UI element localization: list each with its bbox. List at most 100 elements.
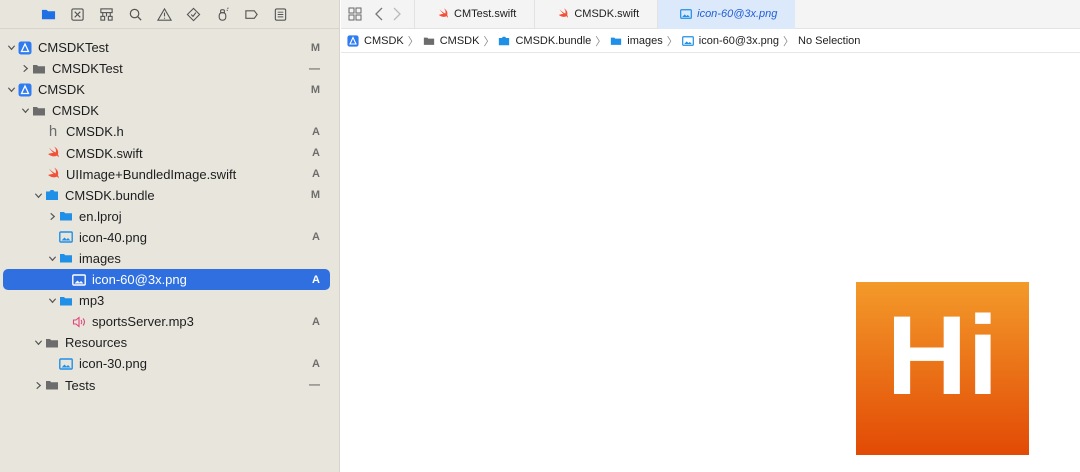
status-badge: A bbox=[312, 231, 320, 244]
chevron-down-icon[interactable] bbox=[6, 85, 16, 95]
breadcrumb-item-cmsdk-project[interactable]: CMSDK bbox=[347, 35, 404, 47]
forward-chevron-icon[interactable] bbox=[390, 7, 404, 21]
tree-item-cmsdktest-project[interactable]: CMSDKTest M bbox=[0, 37, 340, 58]
breadcrumb-label: CMSDK.bundle bbox=[515, 34, 592, 47]
status-badge: — bbox=[309, 62, 320, 75]
tree-item-label: CMSDK.h bbox=[66, 124, 124, 140]
breadcrumb-label: icon-60@3x.png bbox=[698, 34, 780, 47]
folder-icon bbox=[423, 35, 435, 47]
folder-icon bbox=[59, 251, 73, 265]
tree-item-resources[interactable]: Resources bbox=[0, 332, 340, 353]
tree-item-label: Tests bbox=[65, 377, 96, 393]
project-icon bbox=[18, 41, 32, 55]
chevron-right-icon[interactable] bbox=[20, 64, 30, 74]
hierarchy-icon[interactable] bbox=[98, 6, 115, 23]
tree-item-icon-60-3x-png[interactable]: icon-60@3x.png A bbox=[3, 269, 330, 291]
chevron-right-icon[interactable] bbox=[33, 380, 43, 390]
audio-file-icon bbox=[72, 315, 86, 329]
tree-item-en-lproj[interactable]: en.lproj bbox=[0, 206, 340, 227]
tree-item-label: UIImage+BundledImage.swift bbox=[66, 166, 237, 182]
image-preview-text: Hi bbox=[887, 293, 999, 418]
warning-icon[interactable] bbox=[156, 6, 173, 23]
tree-item-sportsserver-mp3[interactable]: sportsServer.mp3 A bbox=[0, 311, 340, 332]
status-badge: A bbox=[312, 147, 320, 160]
chevron-right-icon: 〉 bbox=[595, 35, 607, 48]
image-file-icon bbox=[59, 230, 73, 244]
tab-icon-60-3x-png[interactable]: icon-60@3x.png bbox=[657, 0, 796, 29]
tree-item-label: Resources bbox=[65, 335, 128, 351]
tree-item-cmsdk-swift[interactable]: CMSDK.swift A bbox=[0, 142, 340, 163]
image-file-icon bbox=[59, 357, 73, 371]
tree-item-tests[interactable]: Tests — bbox=[0, 375, 340, 396]
breadcrumb-item-no-selection[interactable]: No Selection bbox=[798, 35, 860, 47]
tree-item-label: CMSDKTest bbox=[52, 61, 123, 77]
folder-icon bbox=[59, 209, 73, 223]
search-icon[interactable] bbox=[127, 6, 144, 23]
project-icon bbox=[347, 34, 359, 47]
chevron-right-icon: 〉 bbox=[483, 35, 495, 48]
tree-item-label: en.lproj bbox=[79, 208, 122, 224]
editor-area: CMTest.swift CMSDK.swift icon-60@3x.png … bbox=[341, 0, 1080, 472]
chevron-right-icon[interactable] bbox=[47, 211, 57, 221]
navigator-toolbar bbox=[0, 0, 339, 29]
tree-item-label: CMSDK.swift bbox=[66, 145, 143, 161]
chevron-down-icon[interactable] bbox=[33, 190, 43, 200]
debug-icon[interactable] bbox=[214, 6, 231, 23]
status-badge: M bbox=[310, 83, 320, 96]
breadcrumb-item-images[interactable]: images bbox=[610, 35, 663, 47]
tab-label: CMSDK.swift bbox=[574, 8, 640, 20]
swift-icon bbox=[46, 146, 60, 160]
chevron-down-icon[interactable] bbox=[33, 338, 43, 348]
tab-label: icon-60@3x.png bbox=[697, 8, 778, 20]
file-tree: CMSDKTest M CMSDKTest — CMSDK M CMSDK h … bbox=[0, 37, 340, 396]
tree-item-cmsdktest-folder[interactable]: CMSDKTest — bbox=[0, 58, 340, 79]
breadcrumb: CMSDK 〉 CMSDK 〉 CMSDK.bundle 〉 images 〉 … bbox=[341, 29, 1080, 53]
folder-icon[interactable] bbox=[40, 6, 57, 23]
breadcrumb-item-cmsdk-bundle[interactable]: CMSDK.bundle bbox=[498, 35, 591, 47]
tab-cmtest-swift[interactable]: CMTest.swift bbox=[414, 0, 534, 29]
tab-cmsdk-swift[interactable]: CMSDK.swift bbox=[534, 0, 657, 29]
tree-item-mp3[interactable]: mp3 bbox=[0, 290, 340, 311]
tree-item-label: icon-30.png bbox=[79, 356, 147, 372]
chevron-down-icon[interactable] bbox=[47, 253, 57, 263]
breadcrumb-item-icon-60-3x-png[interactable]: icon-60@3x.png bbox=[681, 34, 780, 47]
image-file-icon bbox=[680, 8, 693, 20]
bundle-icon bbox=[498, 35, 510, 47]
status-badge: A bbox=[312, 357, 320, 370]
status-badge: A bbox=[312, 125, 320, 138]
status-badge: M bbox=[310, 41, 320, 54]
tab-bar: CMTest.swift CMSDK.swift icon-60@3x.png bbox=[341, 0, 1080, 29]
tree-item-cmsdk-bundle[interactable]: CMSDK.bundle M bbox=[0, 185, 340, 206]
tree-item-label: icon-60@3x.png bbox=[92, 272, 187, 288]
chevron-down-icon[interactable] bbox=[6, 43, 16, 53]
folder-icon bbox=[610, 35, 622, 47]
tree-item-label: mp3 bbox=[79, 293, 105, 309]
back-chevron-icon[interactable] bbox=[372, 7, 386, 21]
report-icon[interactable] bbox=[272, 6, 289, 23]
tree-item-cmsdk-project[interactable]: CMSDK M bbox=[0, 79, 340, 100]
image-file-icon bbox=[681, 35, 694, 47]
source-control-icon[interactable] bbox=[69, 6, 86, 23]
tree-item-uiimage-bundledimage-swift[interactable]: UIImage+BundledImage.swift A bbox=[0, 164, 340, 185]
tree-item-cmsdk-h[interactable]: h CMSDK.h A bbox=[0, 121, 340, 142]
tree-item-images[interactable]: images bbox=[0, 248, 340, 269]
breadcrumb-label: CMSDK bbox=[439, 34, 480, 47]
folder-icon bbox=[59, 294, 73, 308]
tree-item-cmsdk-folder[interactable]: CMSDK bbox=[0, 100, 340, 121]
folder-icon bbox=[45, 336, 59, 350]
swift-icon bbox=[557, 8, 569, 20]
bundle-icon bbox=[45, 188, 59, 202]
breakpoint-icon[interactable] bbox=[243, 6, 260, 23]
tree-item-icon-40-png[interactable]: icon-40.png A bbox=[0, 227, 340, 248]
status-badge: M bbox=[310, 189, 320, 202]
folder-icon bbox=[45, 378, 59, 392]
chevron-down-icon[interactable] bbox=[47, 296, 57, 306]
image-file-icon bbox=[72, 273, 86, 287]
breadcrumb-item-cmsdk-folder[interactable]: CMSDK bbox=[423, 34, 480, 47]
tree-item-icon-30-png[interactable]: icon-30.png A bbox=[0, 353, 340, 374]
chevron-down-icon[interactable] bbox=[20, 106, 30, 116]
header-file-icon: h bbox=[48, 123, 58, 141]
related-items-grid-icon[interactable] bbox=[348, 7, 362, 21]
status-badge: A bbox=[312, 168, 320, 181]
test-icon[interactable] bbox=[185, 6, 202, 23]
